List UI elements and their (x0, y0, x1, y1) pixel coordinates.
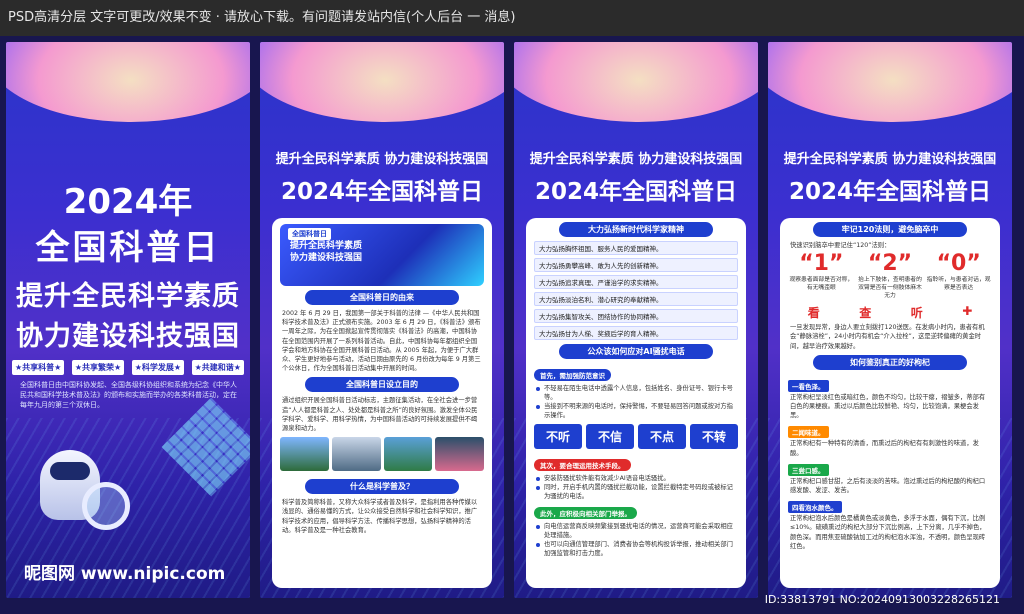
panel-subtitle: 提升全民科学素质 协力建设科技强国 (529, 152, 743, 167)
list-item: 大力弘扬胸怀祖国、服务人民的爱国精神。 (534, 241, 738, 255)
rule-icons: 看 查 听 ✚ (780, 302, 1000, 323)
section-text: 2002 年 6 月 29 日，我国第一部关于科普的法律 —《中华人民共和国科学… (282, 310, 481, 373)
rule-text: 抬上下肢体，查明患者的双臂是否有一侧肢体麻木无力 (858, 277, 922, 300)
poster-panel-health: 提升全民科学素质 协力建设科技强国 2024年全国科普日 牢记120法则，避免脑… (768, 42, 1012, 598)
no-listen-badge: 不听 (534, 424, 582, 449)
four-no-buttons: 不听 不信 不点 不转 (526, 420, 746, 453)
photo (383, 437, 433, 472)
check-label: 二闻味道。 (788, 426, 829, 439)
list-item: 大力弘扬甘为人梯、奖掖后学的育人精神。 (534, 326, 738, 340)
glow-wave (260, 42, 504, 122)
photo (280, 437, 329, 472)
look-icon: 看 (807, 306, 820, 321)
glow-wave (768, 42, 1012, 122)
photo-strip (272, 433, 492, 475)
rule-number: “2” (867, 251, 913, 277)
hero-banner: 全国科普日 提升全民科学素质 协力建设科技强国 (280, 224, 484, 286)
cover-line-2: 提升全民科学素质 (16, 281, 240, 312)
bullet-text: 安装防骚扰软件能有效减少AI语音电话骚扰。 (526, 474, 746, 483)
section-heading: 如何鉴别真正的好枸杞 (813, 354, 967, 370)
step-heading: 其次，要合理运用技术手段。 (534, 459, 631, 471)
check-text: 正常枸杞口感甘甜，之后有淡淡的苦味。泡过熏过后的枸杞酸的枸杞口感发酸、发涩、发苦… (790, 477, 986, 495)
no-transfer-badge: 不转 (690, 424, 738, 449)
section-text: 科学普及简称科普，又称大众科学或者普及科学，是指利用各种传媒以浅显的、通俗易懂的… (282, 499, 478, 534)
panel-title: 2024年全国科普日 (280, 179, 483, 205)
magnifier-icon (82, 482, 130, 530)
hero-text: 提升全民科学素质 协力建设科技强国 (290, 240, 362, 264)
medical-cross-icon: ✚ (962, 304, 973, 319)
poster-panel-spirit: 提升全民科学素质 协力建设科技强国 2024年全国科普日 大力弘扬新时代科学家精… (514, 42, 758, 598)
check-text: 正常枸杞呈淡红色或暗红色，颜色不均匀，比较干瘪，褶皱多，蒂部有白色的果梗痕。熏过… (790, 393, 986, 420)
section-heading: 全国科普日的由来 (305, 290, 459, 305)
hero-tag: 全国科普日 (288, 228, 331, 240)
check-text: 正常枸杞有一种特有的清香，而熏过后的枸杞有有刺激性的味道，发酸。 (790, 440, 979, 457)
rule-note: 一旦发现异常，身边人要立刻拨打120送医。在发病小时内，患者有机会“静脉溶栓”，… (790, 324, 985, 350)
rule-intro: 快速识别脑卒中要记住“120”法则： (790, 242, 891, 249)
top-info-text: PSD高清分层 文字可更改/效果不变 · 请放心下载。有问题请发站内信(个人后台… (8, 10, 516, 25)
tag-4: ★共建和谐★ (191, 360, 244, 375)
panel-title: 2024年全国科普日 (788, 179, 991, 205)
check-label: 三尝口感。 (788, 463, 829, 476)
glow-wave (514, 42, 758, 122)
section-heading: 大力弘扬新时代科学家精神 (559, 222, 713, 237)
robot-visor (50, 462, 90, 480)
poster-panel-cover: 2024年 全国科普日 提升全民科学素质 协力建设科技强国 ★共享科普★ ★共享… (6, 42, 250, 598)
rule-120: “1” 观察患者面部是否对称，有无嘴歪眼 “2” 抬上下肢体，查明患者的双臂是否… (780, 250, 1000, 302)
list-item: 大力弘扬集智攻关、团结协作的协同精神。 (534, 309, 738, 323)
content-card: 全国科普日 提升全民科学素质 协力建设科技强国 全国科普日的由来 2002 年 … (272, 218, 492, 588)
spirit-list: 大力弘扬胸怀祖国、服务人民的爱国精神。 大力弘扬勇攀高峰、敢为人先的创新精神。 … (526, 241, 746, 340)
bullet-text: 向电信运营商反映频繁接到骚扰电话的情况，运营商可能会采取相应处理措施。 (526, 522, 746, 540)
top-info-bar: PSD高清分层 文字可更改/效果不变 · 请放心下载。有问题请发站内信(个人后台… (0, 0, 1024, 36)
rule-column: “2” 抬上下肢体，查明患者的双臂是否有一侧肢体麻木无力 (857, 252, 924, 300)
cover-tags: ★共享科普★ ★共享繁荣★ ★科学发展★ ★共建和谐★ (12, 360, 244, 375)
panel-subtitle: 提升全民科学素质 协力建设科技强国 (275, 152, 489, 167)
list-item: 大力弘扬淡泊名利、潜心研究的奉献精神。 (534, 292, 738, 306)
section-heading: 全国科普日设立目的 (305, 377, 459, 393)
check-label: 四看泡水颜色。 (788, 501, 842, 514)
listen-icon: 听 (910, 306, 923, 321)
image-id: ID:33813791 NO:20240913003228265121 (764, 593, 1000, 606)
check-icon: 查 (859, 306, 872, 321)
list-item: 大力弘扬追求真理、严谨治学的求实精神。 (534, 275, 738, 289)
section-text: 通过组织开展全国科普日活动标志，主题征集活动，在全社会进一步营造“人人都是科普之… (282, 397, 478, 433)
cover-line-3: 协力建设科技强国 (16, 321, 240, 352)
panel-title: 2024年全国科普日 (534, 179, 737, 205)
hero-line-2: 协力建设科技强国 (290, 253, 363, 263)
site-logo: 昵图网 www.nipic.com (24, 564, 226, 584)
photo (435, 437, 484, 472)
tag-3: ★科学发展★ (131, 360, 185, 375)
poster-stage: 2024年 全国科普日 提升全民科学素质 协力建设科技强国 ★共享科普★ ★共享… (0, 36, 1024, 614)
check-text: 正常枸杞泡水后颜色是橘黄色或淡黄色，多浮于水面，偶有下沉，比例≤10%。硫磺熏过… (790, 515, 986, 550)
rule-number: “0” (936, 251, 981, 277)
list-item: 大力弘扬勇攀高峰、敢为人先的创新精神。 (534, 258, 738, 272)
rule-number: “1” (799, 251, 844, 277)
cover-year: 2024年 (63, 182, 193, 222)
rule-column: “1” 观察患者面部是否对称，有无嘴歪眼 (788, 252, 855, 300)
content-card: 牢记120法则，避免脑卒中 快速识别脑卒中要记住“120”法则： “1” 观察患… (780, 218, 1000, 588)
check-label: 一看色泽。 (788, 379, 829, 392)
step-heading: 此外，应积极向相关部门举报。 (534, 507, 637, 519)
bullet-text: 当接到不明来源的电话时，保持警惕，不要轻易回答问题或按对方指示操作。 (526, 402, 746, 420)
section-heading: 公众该如何应对AI骚扰电话 (559, 344, 713, 359)
rule-text: 观察患者面部是否对称，有无嘴歪眼 (789, 277, 854, 292)
section-heading: 牢记120法则，避免脑卒中 (813, 222, 967, 237)
glow-wave (6, 42, 250, 122)
section-heading: 什么是科学普及？ (305, 479, 459, 495)
tag-1: ★共享科普★ (12, 360, 65, 375)
photo (331, 437, 381, 472)
bullet-text: 不轻易在陌生电话中透露个人信息，包括姓名、身份证号、银行卡号等。 (526, 384, 746, 402)
bullet-text: 也可以向通信管理部门、消费者协会等机构投诉举报，推动相关部门加强监管和打击力度。 (526, 540, 746, 558)
no-click-badge: 不点 (638, 424, 686, 449)
tag-2: ★共享繁荣★ (71, 360, 125, 375)
rule-text: 指聆听，与患者对话，观察是否表达 (926, 277, 991, 292)
poster-panel-origin: 提升全民科学素质 协力建设科技强国 2024年全国科普日 全国科普日 提升全民科… (260, 42, 504, 598)
no-believe-badge: 不信 (586, 424, 634, 449)
hero-line-1: 提升全民科学素质 (290, 241, 363, 251)
rule-column: “0” 指聆听，与患者对话，观察是否表达 (925, 252, 992, 300)
step-heading: 首先，需加强防范意识 (534, 369, 611, 381)
content-card: 大力弘扬新时代科学家精神 大力弘扬胸怀祖国、服务人民的爱国精神。 大力弘扬勇攀高… (526, 218, 746, 588)
bullet-text: 同时，开启手机内置的骚扰拦截功能，设置拦截特定号码段或被标记为骚扰的电话。 (526, 483, 746, 501)
cover-title: 全国科普日 (35, 228, 221, 268)
panel-subtitle: 提升全民科学素质 协力建设科技强国 (783, 152, 997, 167)
